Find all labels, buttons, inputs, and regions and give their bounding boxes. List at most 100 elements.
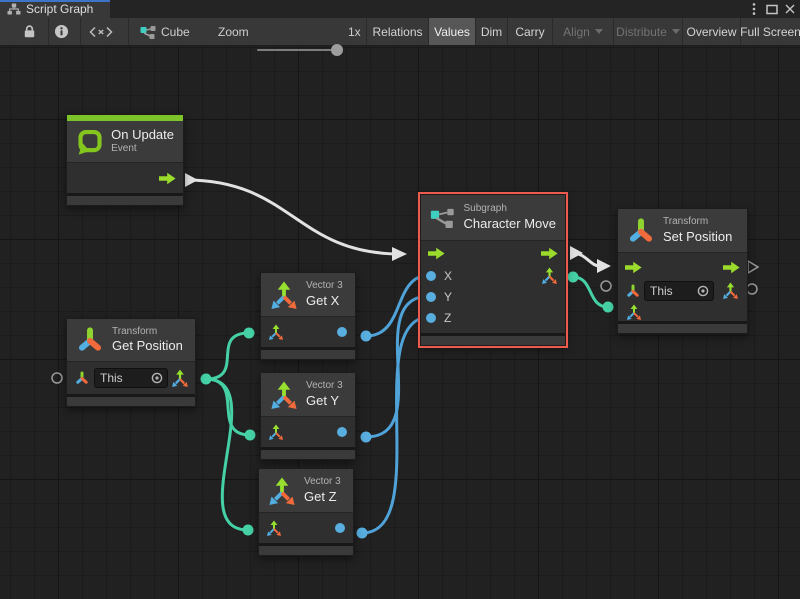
node-body (259, 513, 353, 543)
chevron-down-icon (672, 29, 680, 34)
node-get-z[interactable]: Vector 3 Get Z (258, 468, 354, 556)
node-get-y[interactable]: Vector 3 Get Y (260, 372, 356, 460)
node-header: Vector 3 Get Z (259, 469, 353, 513)
float-out-port[interactable] (337, 427, 347, 437)
node-footer (259, 546, 353, 555)
align-label: Align (563, 25, 590, 39)
values-button[interactable]: Values (428, 18, 475, 45)
vector3-in-port[interactable] (266, 520, 282, 536)
distribute-label: Distribute (616, 25, 667, 39)
node-title: Get X (306, 293, 343, 309)
graph-toolbar: Cube Zoom 1x Relations Values Dim Carry … (0, 18, 800, 46)
node-body (261, 417, 355, 447)
zoom-slider-handle[interactable] (331, 44, 343, 56)
this-field[interactable]: This (644, 281, 714, 301)
node-title: Get Position (112, 338, 183, 354)
node-footer (261, 350, 355, 359)
node-category: Transform (663, 216, 732, 229)
carry-button[interactable]: Carry (507, 18, 552, 45)
node-category: Vector 3 (306, 280, 343, 293)
overview-button[interactable]: Overview (682, 18, 740, 45)
vector3-in-port[interactable] (626, 304, 642, 320)
node-body: This (618, 253, 747, 321)
dim-button[interactable]: Dim (475, 18, 507, 45)
node-header: Vector 3 Get X (261, 273, 355, 317)
relations-button[interactable]: Relations (366, 18, 428, 45)
flow-in-port[interactable] (625, 261, 642, 274)
graph-target-icon (140, 25, 156, 39)
graph-target-label[interactable]: Cube (161, 18, 190, 45)
float-out-port[interactable] (335, 523, 345, 533)
transform-in-port[interactable] (625, 283, 641, 299)
object-picker-icon[interactable] (151, 372, 163, 384)
align-button[interactable]: Align (552, 18, 613, 45)
port-z-label: Z (444, 311, 451, 325)
vector3-in-port[interactable] (268, 424, 284, 440)
flow-out-port[interactable] (159, 172, 176, 185)
node-footer (261, 450, 355, 459)
graph-icon (7, 3, 21, 15)
chevron-down-icon (595, 29, 603, 34)
node-set-position[interactable]: Transform Set Position This (617, 208, 748, 334)
port-x[interactable] (426, 271, 436, 281)
flow-out-port[interactable] (723, 261, 740, 274)
node-category: Event (111, 143, 174, 156)
flow-out-port[interactable] (541, 247, 558, 260)
port-z[interactable] (426, 313, 436, 323)
node-category: Vector 3 (306, 380, 343, 393)
node-title: Get Z (304, 489, 341, 505)
distribute-button[interactable]: Distribute (613, 18, 682, 45)
node-title: Set Position (663, 229, 732, 245)
node-header: Subgraph Character Move (421, 195, 565, 241)
node-body (67, 163, 183, 193)
node-body (261, 317, 355, 347)
toolbar-separator (48, 18, 49, 45)
float-out-port[interactable] (337, 327, 347, 337)
fullscreen-button[interactable]: Full Screen (740, 18, 800, 45)
this-field[interactable]: This (94, 368, 168, 388)
node-footer (67, 196, 183, 205)
zoom-value: 1x (348, 18, 361, 45)
node-title: Character Move (464, 216, 556, 232)
tab-script-graph[interactable]: Script Graph (0, 0, 110, 18)
transform-in-port[interactable] (74, 370, 90, 386)
info-icon[interactable] (54, 24, 69, 39)
vector3-out-port[interactable] (722, 282, 739, 299)
toolbar-separator (80, 18, 81, 45)
node-header: Transform Set Position (618, 209, 747, 253)
close-icon[interactable] (782, 1, 798, 17)
transform-icon (627, 217, 655, 245)
node-character-move[interactable]: Subgraph Character Move X Y Z (420, 194, 566, 346)
transform-icon (76, 326, 104, 354)
vector3-out-port[interactable] (171, 369, 189, 387)
lock-icon[interactable] (23, 24, 36, 39)
port-y[interactable] (426, 292, 436, 302)
zoom-label: Zoom (218, 18, 249, 45)
node-body: X Y Z (421, 241, 565, 333)
zoom-slider-track[interactable] (257, 49, 335, 51)
vector3-in-port[interactable] (268, 324, 284, 340)
node-on-update[interactable]: On Update Event (66, 114, 184, 206)
node-category: Transform (112, 326, 183, 339)
maximize-icon[interactable] (764, 1, 780, 17)
more-menu-icon[interactable] (746, 1, 762, 17)
port-y-label: Y (444, 290, 452, 304)
subgraph-icon (430, 206, 456, 230)
toolbar-separator (128, 18, 129, 45)
node-title: On Update (111, 127, 174, 143)
vector3-out-port[interactable] (541, 267, 558, 284)
object-picker-icon[interactable] (697, 285, 709, 297)
flow-in-port[interactable] (428, 247, 445, 260)
code-view-icon[interactable] (89, 26, 113, 38)
node-header: Vector 3 Get Y (261, 373, 355, 417)
node-footer (421, 336, 565, 345)
node-get-position[interactable]: Transform Get Position This (66, 318, 196, 407)
node-body: This (67, 362, 195, 394)
tab-title: Script Graph (26, 2, 93, 16)
node-footer (67, 397, 195, 406)
node-title: Get Y (306, 393, 343, 409)
node-category: Subgraph (464, 203, 556, 216)
vector3-icon (268, 477, 296, 505)
node-get-x[interactable]: Vector 3 Get X (260, 272, 356, 360)
active-tab-highlight (0, 0, 110, 2)
